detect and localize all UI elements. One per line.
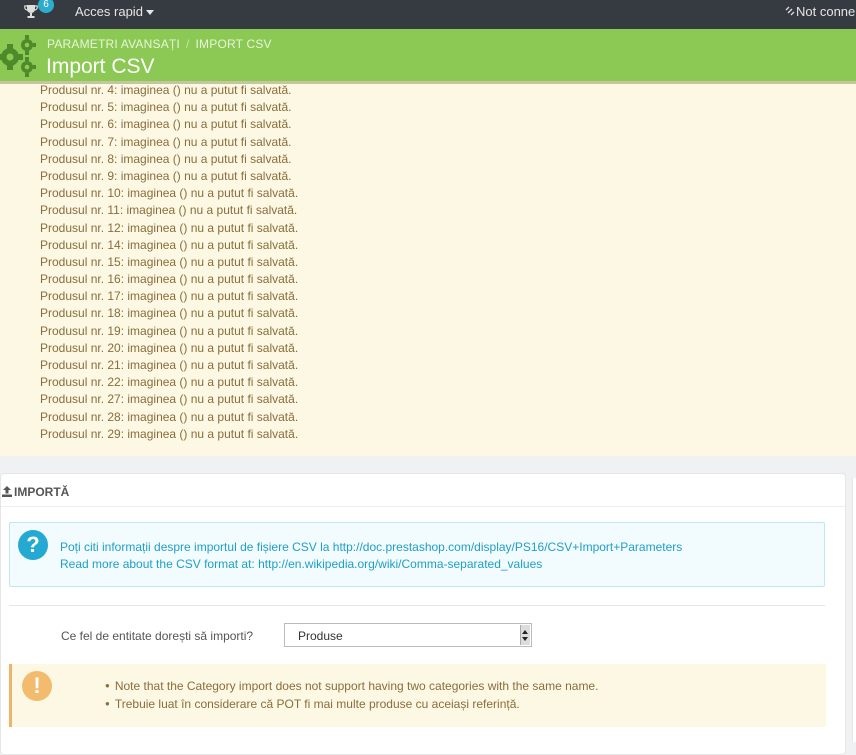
info-link-csv-format[interactable]: Read more about the CSV format at: http:…: [60, 557, 542, 571]
quick-access-label: Acces rapid: [75, 4, 143, 19]
warning-item: Produsul nr. 19: imaginea () nu a putut …: [40, 323, 299, 338]
warning-item: Produsul nr. 6: imaginea () nu a putut f…: [40, 117, 292, 132]
warning-item: Produsul nr. 9: imaginea () nu a putut f…: [40, 168, 292, 183]
divider: [9, 605, 825, 606]
connection-status[interactable]: Not conne: [784, 4, 855, 19]
warning-item: Produsul nr. 5: imaginea () nu a putut f…: [40, 100, 292, 115]
breadcrumb-item[interactable]: IMPORT CSV: [196, 37, 272, 51]
notes-list: Note that the Category import does not s…: [105, 677, 599, 713]
top-navbar: 6 Acces rapid Not conne: [0, 0, 856, 29]
warning-item: Produsul nr. 20: imaginea () nu a putut …: [40, 340, 299, 355]
panel-title: IMPORTĂ: [14, 485, 70, 499]
notes-alert: ! Note that the Category import does not…: [9, 664, 826, 727]
page-title: Import CSV: [46, 55, 155, 78]
warning-list: Produsul nr. 4: imaginea () nu a putut f…: [40, 84, 298, 443]
warning-item: Produsul nr. 22: imaginea () nu a putut …: [40, 375, 299, 390]
warning-item: Produsul nr. 17: imaginea () nu a putut …: [40, 289, 299, 304]
select-arrows-icon: [520, 625, 530, 645]
warning-item: Produsul nr. 12: imaginea () nu a putut …: [40, 220, 299, 235]
caret-down-icon: [145, 10, 154, 16]
gears-icon: [0, 35, 36, 77]
trophy-icon[interactable]: [24, 4, 38, 20]
connection-status-text: Not conne: [796, 4, 856, 19]
question-icon: ?: [18, 530, 48, 560]
warning-alert: Produsul nr. 4: imaginea () nu a putut f…: [0, 84, 856, 456]
note-item: Note that the Category import does not s…: [105, 677, 599, 695]
entity-select-value: Produse: [298, 629, 343, 643]
unlink-icon: [785, 6, 795, 16]
warning-item: Produsul nr. 21: imaginea () nu a putut …: [40, 358, 299, 372]
warning-item: Produsul nr. 16: imaginea () nu a putut …: [40, 272, 299, 287]
warning-item: Produsul nr. 11: imaginea () nu a putut …: [40, 203, 298, 218]
panel-heading: IMPORTĂ: [1, 482, 845, 507]
warning-item: Produsul nr. 10: imaginea () nu a putut …: [40, 186, 299, 201]
exclamation-icon: !: [22, 671, 52, 701]
entity-select[interactable]: Produse: [284, 623, 532, 647]
warning-item: Produsul nr. 28: imaginea () nu a putut …: [40, 409, 299, 424]
info-link-docs[interactable]: Poți citi informații despre importul de …: [60, 540, 682, 554]
side-panel-edge: [852, 478, 856, 742]
notification-badge[interactable]: 6: [38, 0, 54, 13]
warning-item: Produsul nr. 27: imaginea () nu a putut …: [40, 392, 299, 407]
import-panel: IMPORTĂ ? Poți citi informații despre im…: [0, 473, 846, 755]
quick-access-menu[interactable]: Acces rapid: [75, 4, 154, 19]
breadcrumb: PARAMETRI AVANSAȚI / IMPORT CSV: [47, 37, 272, 51]
warning-item: Produsul nr. 14: imaginea () nu a putut …: [40, 237, 299, 252]
warning-item: Produsul nr. 15: imaginea () nu a putut …: [40, 254, 299, 269]
entity-label: Ce fel de entitate dorești să importi?: [61, 629, 254, 643]
warning-item: Produsul nr. 4: imaginea () nu a putut f…: [40, 84, 292, 97]
warning-item: Produsul nr. 29: imaginea () nu a putut …: [40, 426, 299, 441]
breadcrumb-separator: /: [185, 37, 190, 51]
info-alert: ? Poți citi informații despre importul d…: [9, 522, 825, 587]
warning-item: Produsul nr. 8: imaginea () nu a putut f…: [40, 151, 292, 166]
note-item: Trebuie luat în considerare că POT fi ma…: [105, 695, 598, 713]
warning-item: Produsul nr. 18: imaginea () nu a putut …: [40, 306, 299, 321]
warning-item: Produsul nr. 7: imaginea () nu a putut f…: [40, 134, 292, 149]
breadcrumb-item[interactable]: PARAMETRI AVANSAȚI: [47, 37, 180, 51]
upload-icon: [2, 486, 12, 497]
page-header: PARAMETRI AVANSAȚI / IMPORT CSV Import CSV: [0, 29, 856, 84]
